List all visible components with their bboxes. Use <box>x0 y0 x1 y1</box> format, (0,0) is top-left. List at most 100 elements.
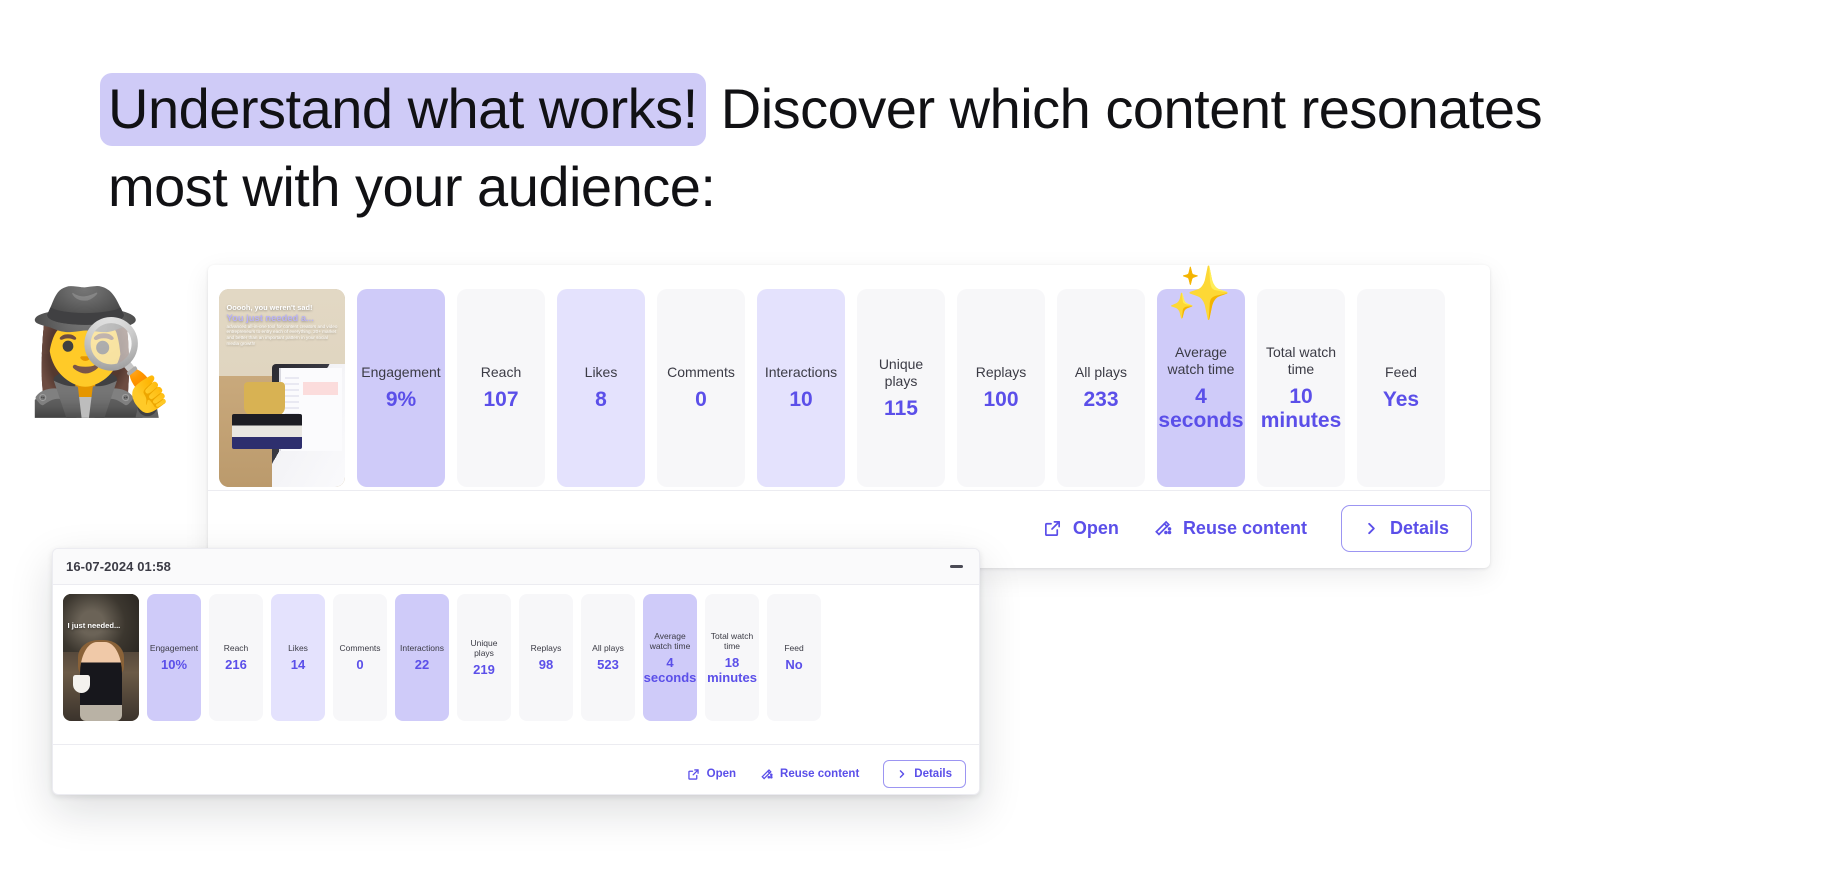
metric-label: Unique plays <box>878 355 924 389</box>
collapse-button[interactable] <box>947 558 965 576</box>
metric-value: 0 <box>356 657 364 672</box>
metric-label: Average watch time <box>1167 343 1235 377</box>
metric-tile: Unique plays 115 <box>857 289 945 487</box>
post-thumbnail[interactable]: Ooooh, you weren't sad! You just needed … <box>219 289 345 487</box>
post-analytics-card-top: Ooooh, you weren't sad! You just needed … <box>208 265 1490 568</box>
card-divider <box>208 490 1490 491</box>
metric-value: 98 <box>538 657 554 672</box>
metric-value: 523 <box>597 657 619 672</box>
metric-label: Total watch time <box>710 630 754 651</box>
metric-label: Likes <box>584 364 618 380</box>
magic-wand-icon <box>760 768 773 781</box>
metric-tile: All plays 523 <box>581 594 635 721</box>
metric-tile: Interactions 10 <box>757 289 845 487</box>
metric-label: Total watch time <box>1265 343 1337 377</box>
metric-tile: Feed No <box>767 594 821 721</box>
reuse-content-button[interactable]: Reuse content <box>760 768 859 781</box>
metric-label: Likes <box>288 643 308 653</box>
metric-tile: All plays 233 <box>1057 289 1145 487</box>
metric-tile: Replays 100 <box>957 289 1045 487</box>
metric-value: 14 <box>290 657 306 672</box>
metric-value: 10 minutes <box>1260 384 1342 432</box>
metric-value: 0 <box>695 388 707 411</box>
thumb-caption-line1: I just needed... <box>67 620 121 630</box>
page-root: Understand what works! Discover which co… <box>0 0 1844 880</box>
page-title: Understand what works! Discover which co… <box>100 70 1608 226</box>
metric-label: Feed <box>1385 364 1417 380</box>
open-button[interactable]: Open <box>1043 518 1119 539</box>
card-actions-bottom: Open Reuse content Details <box>687 760 966 788</box>
metric-label: Comments <box>667 364 735 380</box>
chevron-right-icon <box>897 769 907 779</box>
metric-value: Yes <box>1382 388 1420 411</box>
metrics-row-top: Ooooh, you weren't sad! You just needed … <box>219 289 1445 487</box>
metric-value: 8 <box>595 388 607 411</box>
metric-tile: Unique plays 219 <box>457 594 511 721</box>
details-label: Details <box>1389 518 1449 538</box>
details-button[interactable]: Details <box>1340 505 1472 552</box>
metric-label: Interactions <box>400 643 444 653</box>
metric-value: 4 seconds <box>643 654 697 685</box>
open-label: Open <box>1072 518 1119 538</box>
metric-value: 18 minutes <box>707 654 757 685</box>
post-timestamp: 16-07-2024 01:58 <box>66 559 171 574</box>
metric-tile: Reach 216 <box>209 594 263 721</box>
metric-value: 216 <box>225 657 247 672</box>
metric-label: Feed <box>784 643 804 653</box>
metric-tile: Likes 14 <box>271 594 325 721</box>
thumb-caption-line3: advanced all-in-one tool for content cre… <box>226 323 338 346</box>
metric-label: Average watch time <box>649 630 691 651</box>
details-button[interactable]: Details <box>883 760 966 788</box>
metric-tile: Interactions 22 <box>395 594 449 721</box>
metric-tile: Average watch time 4 seconds <box>643 594 697 721</box>
metric-value: 100 <box>983 388 1019 411</box>
external-link-icon <box>687 768 700 781</box>
post-analytics-card-bottom: 16-07-2024 01:58 I just needed... Engage… <box>52 548 980 795</box>
metric-label: Unique plays <box>470 638 498 658</box>
metric-label: Replays <box>975 364 1027 380</box>
magic-wand-icon <box>1153 519 1172 538</box>
metric-label: Reach <box>223 643 249 653</box>
reuse-content-label: Reuse content <box>1182 518 1307 538</box>
post-thumbnail[interactable]: I just needed... <box>63 594 139 721</box>
details-label: Details <box>914 768 952 780</box>
card-divider <box>53 744 979 745</box>
metric-label: Reach <box>480 364 522 380</box>
metric-tile: Reach 107 <box>457 289 545 487</box>
sparkles-icon: ✨ <box>1167 265 1232 323</box>
metric-label: All plays <box>1074 364 1128 380</box>
metric-tile: Total watch time 18 minutes <box>705 594 759 721</box>
thumb-caption-line1: Ooooh, you weren't sad! <box>226 302 313 312</box>
metric-label: All plays <box>592 643 624 653</box>
metric-value: 9% <box>385 388 417 411</box>
metric-label: Engagement <box>149 643 199 653</box>
open-button[interactable]: Open <box>687 768 736 781</box>
metric-tile: Comments 0 <box>657 289 745 487</box>
metric-tile: Replays 98 <box>519 594 573 721</box>
metric-value: 233 <box>1083 388 1119 411</box>
metric-value: 22 <box>414 657 430 672</box>
metric-tile: Feed Yes <box>1357 289 1445 487</box>
metric-value: 10% <box>160 657 188 672</box>
card-header: 16-07-2024 01:58 <box>53 549 979 585</box>
metric-tile: Total watch time 10 minutes <box>1257 289 1345 487</box>
metrics-row-bottom: I just needed... Engagement 10% Reach 216 Li… <box>53 585 979 721</box>
metric-value: 107 <box>483 388 519 411</box>
minus-icon <box>949 565 963 568</box>
metric-label: Engagement <box>361 364 441 380</box>
metric-value: 115 <box>884 396 918 420</box>
metric-tile: Comments 0 <box>333 594 387 721</box>
metric-value: No <box>785 657 803 672</box>
thumb-caption-line2: You just needed a... <box>226 311 314 323</box>
metric-tile: Likes 8 <box>557 289 645 487</box>
card-actions-top: Open Reuse content Details <box>1043 505 1472 552</box>
external-link-icon <box>1043 519 1062 538</box>
reuse-content-button[interactable]: Reuse content <box>1153 518 1307 539</box>
metric-label: Interactions <box>764 364 838 380</box>
open-label: Open <box>706 768 737 780</box>
headline-highlight: Understand what works! <box>100 73 706 146</box>
detective-icon: 🕵️‍♀️ <box>26 285 176 419</box>
metric-label: Replays <box>530 643 562 653</box>
reuse-content-label: Reuse content <box>780 768 860 780</box>
chevron-right-icon <box>1364 521 1379 536</box>
